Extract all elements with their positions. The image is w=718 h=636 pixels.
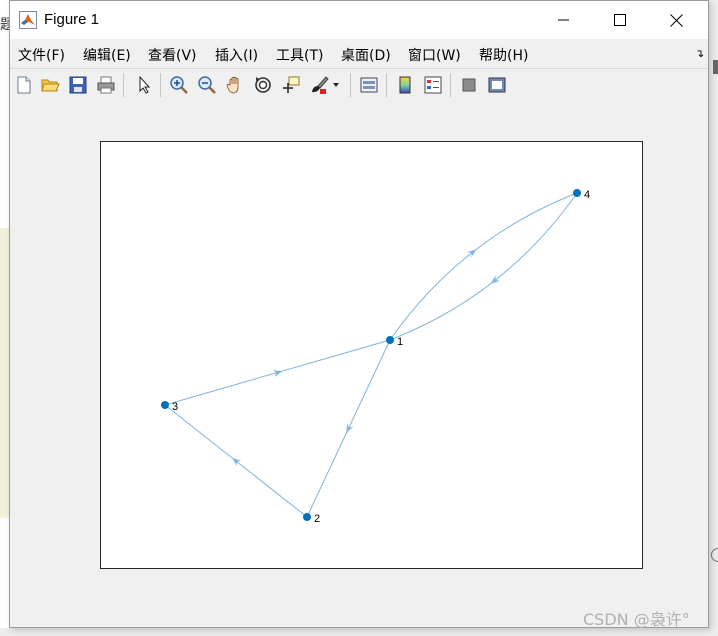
menu-desktop[interactable]: 桌面(D) xyxy=(341,45,391,65)
figure-window: Figure 1 文件(F) 编辑(E) 查看(V) 插入(I) 工具(T) 桌… xyxy=(9,0,709,628)
toolbar-separator xyxy=(450,73,451,97)
node-label-1: 1 xyxy=(397,336,403,348)
new-figure-button[interactable] xyxy=(12,73,36,97)
pan-hand-icon xyxy=(226,76,239,94)
menu-tools[interactable]: 工具(T) xyxy=(276,45,323,65)
graph-plot: 1 2 3 4 xyxy=(161,189,590,525)
minimize-button[interactable] xyxy=(541,1,587,39)
node-label-4: 4 xyxy=(584,189,590,201)
toolbar-separator xyxy=(160,73,161,97)
print-icon xyxy=(97,76,115,94)
rotate-3d-icon xyxy=(255,77,271,93)
hide-plot-tools-icon xyxy=(462,78,476,92)
save-icon xyxy=(69,76,87,94)
close-button[interactable] xyxy=(653,1,699,39)
graph-edge-3-1 xyxy=(164,339,391,406)
new-figure-icon xyxy=(17,76,31,94)
matlab-logo-icon xyxy=(19,11,37,29)
toolbar xyxy=(10,68,708,102)
watermark-text: CSDN @袅许° xyxy=(583,610,690,629)
menu-insert[interactable]: 插入(I) xyxy=(215,45,258,65)
print-button[interactable] xyxy=(94,73,118,97)
screen: 题 Figure 1 文件(F) 编辑(E) 查看(V) 插入(I) 工具(T)… xyxy=(0,0,718,636)
data-cursor-button[interactable] xyxy=(279,73,303,97)
menu-view[interactable]: 查看(V) xyxy=(148,45,197,65)
select-button[interactable] xyxy=(132,73,156,97)
graph-edge-4-1 xyxy=(389,192,578,341)
show-plot-tools-button[interactable] xyxy=(485,73,509,97)
maximize-icon xyxy=(614,14,626,26)
brush-button[interactable] xyxy=(307,73,331,97)
brush-dropdown-button[interactable] xyxy=(330,73,342,97)
menu-bar: 文件(F) 编辑(E) 查看(V) 插入(I) 工具(T) 桌面(D) 窗口(W… xyxy=(10,39,708,67)
title-bar[interactable]: Figure 1 xyxy=(10,1,708,39)
graph-edge-1-4 xyxy=(389,192,578,341)
menu-window[interactable]: 窗口(W) xyxy=(408,45,461,65)
link-plot-button[interactable] xyxy=(357,73,381,97)
save-button[interactable] xyxy=(66,73,90,97)
zoom-out-icon xyxy=(198,76,216,94)
link-plot-icon xyxy=(360,77,378,93)
background-circle-icon xyxy=(711,548,718,562)
open-file-button[interactable] xyxy=(38,73,62,97)
close-icon xyxy=(669,13,683,27)
data-cursor-icon xyxy=(283,76,300,93)
background-scroll-mark xyxy=(713,60,718,74)
background-app-text: 题 xyxy=(0,17,9,33)
zoom-out-button[interactable] xyxy=(195,73,219,97)
edge-arrow-icon xyxy=(490,275,500,284)
rotate-3d-button[interactable] xyxy=(251,73,275,97)
edge-arrow-icon xyxy=(467,249,477,258)
maximize-button[interactable] xyxy=(597,1,643,39)
background-app-edge xyxy=(709,0,718,636)
zoom-in-icon xyxy=(170,76,188,94)
chevron-down-icon xyxy=(333,83,339,87)
figure-client-area: 1 2 3 4 xyxy=(10,101,708,627)
legend-icon xyxy=(424,76,442,94)
node-label-3: 3 xyxy=(172,401,178,413)
toolbar-separator xyxy=(386,73,387,97)
select-pointer-icon xyxy=(139,75,151,94)
hide-plot-tools-button[interactable] xyxy=(457,73,481,97)
graph-node-3[interactable] xyxy=(161,401,169,409)
graph-edge-1-2 xyxy=(306,339,391,518)
background-app-strip xyxy=(0,228,9,518)
legend-button[interactable] xyxy=(421,73,445,97)
toolbar-separator xyxy=(123,73,124,97)
menu-dock-arrow-icon[interactable]: ↴ xyxy=(695,47,704,60)
show-plot-tools-icon xyxy=(488,77,506,93)
plot-axes[interactable]: 1 2 3 4 xyxy=(100,141,643,569)
zoom-in-button[interactable] xyxy=(167,73,191,97)
edge-arrow-icon xyxy=(232,457,242,467)
brush-icon xyxy=(312,76,329,94)
colorbar-icon xyxy=(399,76,411,94)
pan-button[interactable] xyxy=(223,73,247,97)
minimize-icon xyxy=(558,19,569,21)
node-label-2: 2 xyxy=(314,513,320,525)
graph-node-2[interactable] xyxy=(303,513,311,521)
toolbar-separator xyxy=(350,73,351,97)
graph-node-1[interactable] xyxy=(386,336,394,344)
open-file-icon xyxy=(41,79,60,92)
menu-edit[interactable]: 编辑(E) xyxy=(83,45,131,65)
graph-node-4[interactable] xyxy=(573,189,581,197)
colorbar-button[interactable] xyxy=(393,73,417,97)
graph-edge-2-3 xyxy=(164,404,308,518)
window-title: Figure 1 xyxy=(44,11,100,28)
menu-help[interactable]: 帮助(H) xyxy=(479,45,528,65)
menu-file[interactable]: 文件(F) xyxy=(18,45,65,65)
